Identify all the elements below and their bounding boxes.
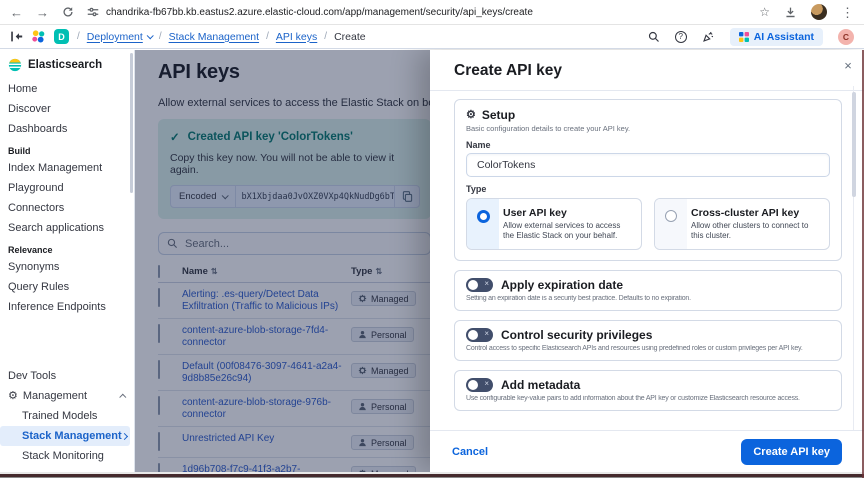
- toggle-description: Use configurable key-value pairs to add …: [466, 395, 800, 402]
- breadcrumb-separator: /: [266, 31, 269, 42]
- sidebar-item-management[interactable]: ⚙ Management: [0, 386, 134, 406]
- cancel-button[interactable]: Cancel: [452, 446, 488, 458]
- breadcrumb-create: Create: [334, 30, 366, 43]
- apply-expiration-toggle[interactable]: ×: [466, 278, 493, 292]
- type-option-cross-cluster-api-key[interactable]: Cross-cluster API key Allow other cluste…: [654, 198, 830, 250]
- gear-icon: ⚙: [466, 108, 476, 121]
- sidebar-item-dashboards[interactable]: Dashboards: [0, 119, 134, 139]
- browser-chrome: ← → chandrika-fb67bb.kb.eastus2.azure.el…: [0, 0, 864, 25]
- flyout-header: Create API key: [430, 50, 864, 91]
- newsfeed-icon[interactable]: [702, 30, 715, 43]
- address-bar[interactable]: chandrika-fb67bb.kb.eastus2.azure.elasti…: [87, 6, 746, 18]
- type-options: User API key Allow external services to …: [466, 198, 830, 250]
- elasticsearch-logo: [8, 58, 22, 72]
- sidebar-item-stack-management[interactable]: Stack Management: [0, 426, 130, 446]
- breadcrumb-separator: /: [158, 31, 162, 42]
- toggle-description: Setting an expiration date is a security…: [466, 295, 691, 302]
- sidebar-item-stack-monitoring[interactable]: Stack Monitoring: [0, 446, 134, 466]
- sidebar-item-trained-models[interactable]: Trained Models: [0, 406, 134, 426]
- sidebar: Elasticsearch Home Discover Dashboards B…: [0, 50, 135, 472]
- sidebar-item-synonyms[interactable]: Synonyms: [0, 257, 134, 277]
- sidebar-item-playground[interactable]: Playground: [0, 178, 134, 198]
- window-edge-bottom: [0, 472, 864, 478]
- toggle-description: Control access to specific Elasticsearch…: [466, 345, 803, 352]
- radio-selected-icon[interactable]: [476, 210, 490, 223]
- header-actions: ? AI Assistant C: [648, 27, 854, 46]
- sidebar-item-query-rules[interactable]: Query Rules: [0, 277, 134, 297]
- setup-panel: ⚙ Setup Basic configuration details to c…: [454, 99, 842, 261]
- sidebar-item-dev-tools[interactable]: Dev Tools: [0, 366, 134, 386]
- search-icon[interactable]: [648, 31, 660, 43]
- toggle-label: Control security privileges: [501, 328, 653, 342]
- name-label: Name: [466, 140, 491, 150]
- type-option-user-api-key[interactable]: User API key Allow external services to …: [466, 198, 642, 250]
- breadcrumb: / Deployment / Stack Management / API ke…: [77, 31, 366, 43]
- app-body: Elasticsearch Home Discover Dashboards B…: [0, 50, 864, 472]
- collapse-nav-icon[interactable]: [10, 30, 23, 43]
- type-option-title: User API key: [503, 207, 567, 219]
- chevron-up-icon[interactable]: [119, 390, 127, 402]
- type-option-title: Cross-cluster API key: [691, 207, 800, 219]
- chevron-down-icon: [146, 32, 154, 40]
- breadcrumb-api-keys[interactable]: API keys: [276, 31, 317, 43]
- radio-unselected-icon[interactable]: [665, 210, 677, 222]
- create-api-key-flyout: Create API key × ⚙ Setup Basic configura…: [430, 50, 864, 472]
- type-option-description: Allow other clusters to connect to this …: [691, 221, 809, 241]
- security-privileges-panel: × Control security privileges Control ac…: [454, 320, 842, 361]
- sidebar-item-inference-endpoints[interactable]: Inference Endpoints: [0, 297, 134, 317]
- toggle-label: Apply expiration date: [501, 278, 624, 292]
- metadata-panel: × Add metadata Use configurable key-valu…: [454, 370, 842, 411]
- name-field[interactable]: [466, 153, 830, 177]
- type-option-description: Allow external services to access the El…: [503, 221, 621, 241]
- flyout-footer: Cancel Create API key: [430, 430, 864, 472]
- url-text: chandrika-fb67bb.kb.eastus2.azure.elasti…: [106, 6, 533, 18]
- site-info-icon[interactable]: [87, 6, 99, 18]
- app-header: D / Deployment / Stack Management / API …: [0, 25, 864, 49]
- create-api-key-button[interactable]: Create API key: [741, 438, 842, 465]
- bookmark-star-icon[interactable]: ☆: [759, 6, 770, 18]
- control-privileges-toggle[interactable]: ×: [466, 328, 493, 342]
- sidebar-heading-relevance: Relevance: [8, 245, 53, 255]
- browser-profile-avatar[interactable]: [811, 4, 827, 20]
- ai-assistant-logo: [738, 31, 749, 42]
- setup-heading: Setup: [481, 108, 516, 122]
- add-metadata-toggle[interactable]: ×: [466, 378, 493, 392]
- screen: ← → chandrika-fb67bb.kb.eastus2.azure.el…: [0, 0, 864, 478]
- elastic-logo[interactable]: [31, 29, 46, 44]
- flyout-title: Create API key: [454, 62, 562, 79]
- sidebar-item-home[interactable]: Home: [0, 79, 134, 99]
- expiration-panel: × Apply expiration date Setting an expir…: [454, 270, 842, 311]
- flyout-body: ⚙ Setup Basic configuration details to c…: [430, 91, 864, 411]
- help-icon[interactable]: ?: [674, 30, 687, 43]
- close-icon[interactable]: ×: [839, 56, 857, 74]
- type-label: Type: [466, 184, 487, 194]
- breadcrumb-separator: /: [324, 31, 328, 42]
- sidebar-item-index-management[interactable]: Index Management: [0, 158, 134, 178]
- download-icon[interactable]: [784, 6, 797, 19]
- breadcrumb-separator: /: [77, 31, 80, 42]
- browser-back-icon[interactable]: ←: [10, 6, 23, 19]
- sidebar-heading-build: Build: [8, 146, 31, 156]
- sidebar-scrollbar[interactable]: [130, 53, 133, 193]
- breadcrumb-stack-management[interactable]: Stack Management: [169, 31, 259, 43]
- flyout-scrollbar-thumb[interactable]: [852, 92, 856, 197]
- setup-description: Basic configuration details to create yo…: [466, 124, 631, 133]
- browser-reload-icon[interactable]: [62, 6, 74, 18]
- browser-menu-icon[interactable]: ⋮: [841, 6, 854, 19]
- sidebar-item-discover[interactable]: Discover: [0, 99, 134, 119]
- sidebar-item-search-applications[interactable]: Search applications: [0, 218, 134, 238]
- breadcrumb-deployment[interactable]: Deployment: [87, 31, 154, 43]
- ai-assistant-button[interactable]: AI Assistant: [729, 27, 823, 46]
- gear-icon: ⚙: [8, 389, 18, 402]
- sidebar-item-connectors[interactable]: Connectors: [0, 198, 134, 218]
- toggle-label: Add metadata: [501, 378, 581, 392]
- browser-forward-icon[interactable]: →: [36, 6, 49, 19]
- user-avatar[interactable]: C: [838, 28, 854, 45]
- browser-actions: ☆ ⋮: [759, 4, 854, 20]
- chevron-right-icon: [120, 430, 128, 442]
- sidebar-app-title: Elasticsearch: [0, 57, 134, 79]
- deployment-badge[interactable]: D: [54, 29, 69, 44]
